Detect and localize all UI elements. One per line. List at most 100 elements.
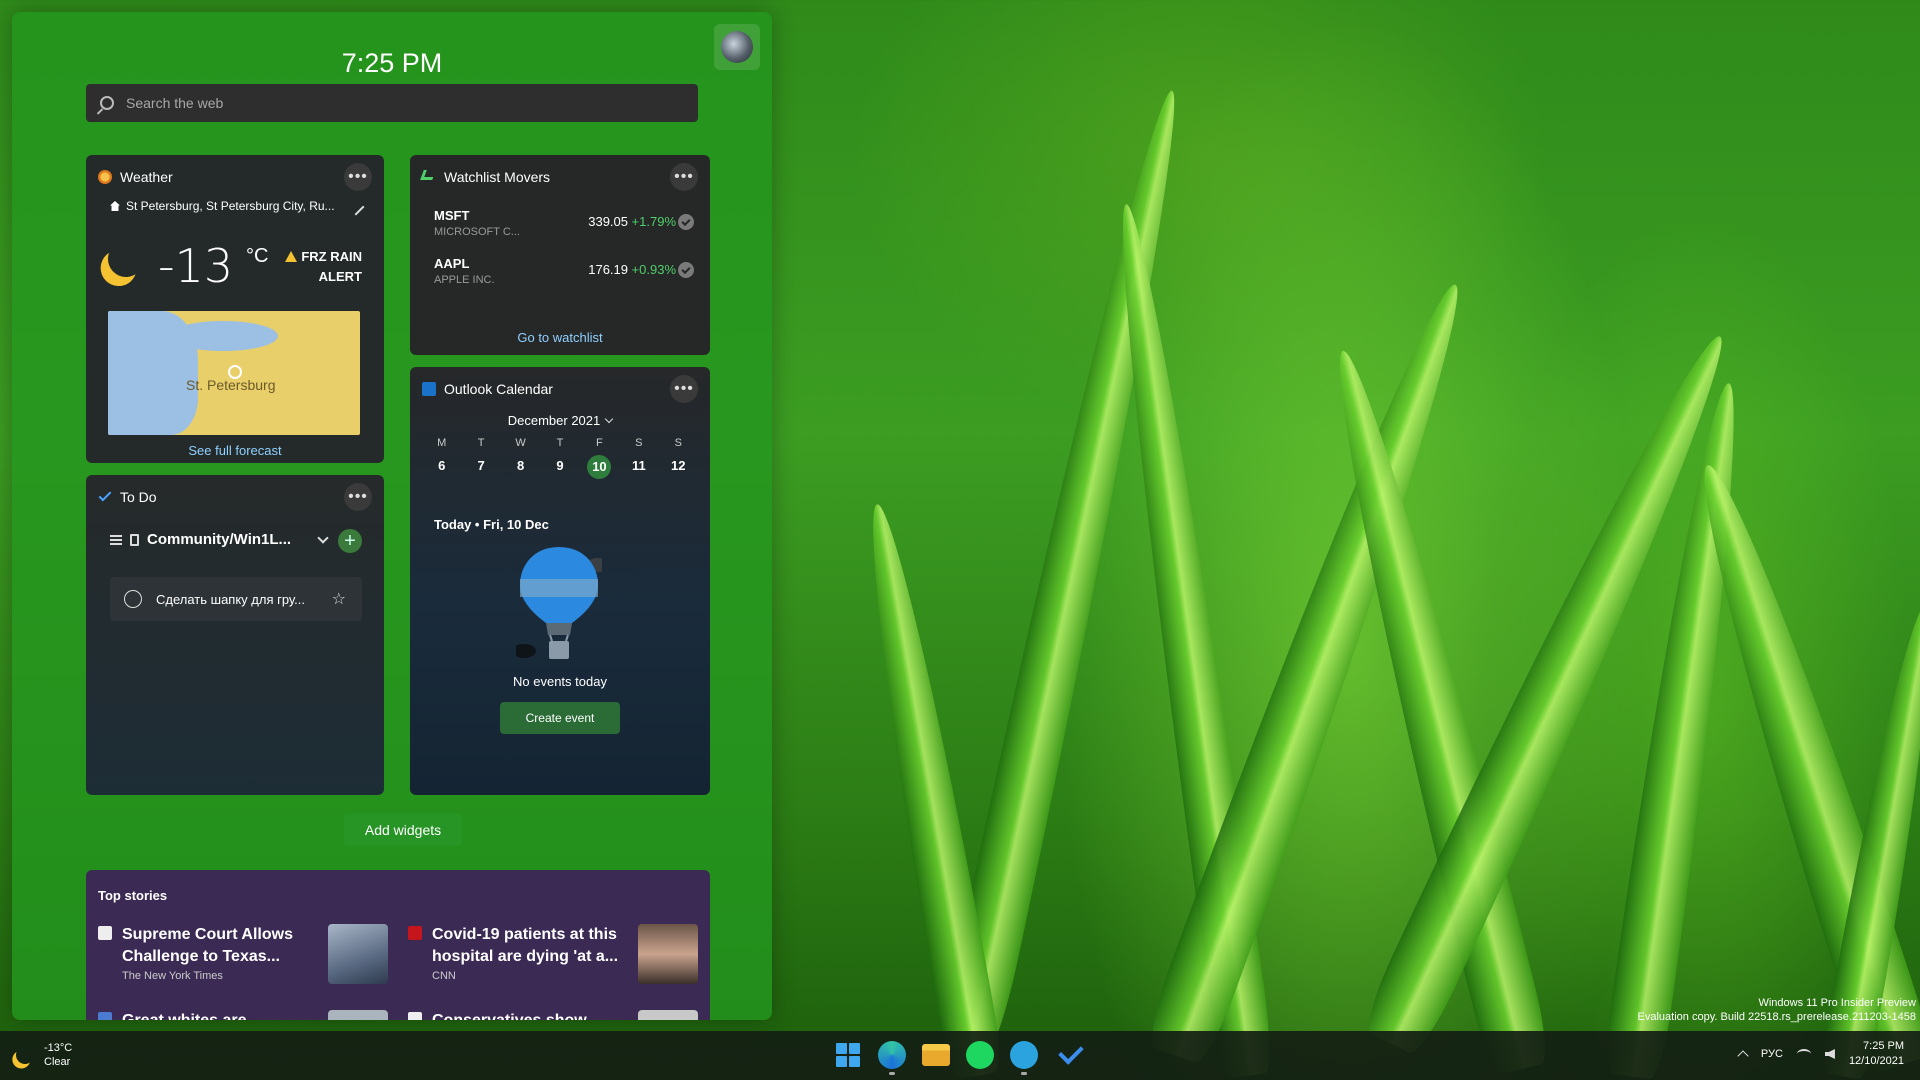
todo-task-item[interactable]: Сделать шапку для гру... ☆ <box>110 577 362 621</box>
story-headline: Covid-19 patients at this hospital are d… <box>432 926 619 965</box>
taskbar-apps <box>834 1041 1082 1075</box>
add-task-button[interactable]: + <box>338 529 362 553</box>
add-widgets-button[interactable]: Add widgets <box>344 814 462 846</box>
calendar-day[interactable]: 9 <box>540 455 579 477</box>
language-indicator[interactable]: РУС <box>1761 1048 1783 1060</box>
taskbar-weather-button[interactable]: -13°C Clear <box>16 1041 72 1069</box>
news-story[interactable]: Conservatives show <box>408 1010 698 1020</box>
wifi-icon[interactable] <box>1796 1049 1811 1059</box>
stock-ticker: AAPL <box>434 256 470 271</box>
today-label: Today • Fri, 10 Dec <box>434 517 549 532</box>
todo-list-name: Community/Win1L... <box>147 531 292 548</box>
calendar-day[interactable]: 6 <box>422 455 461 477</box>
story-thumbnail <box>328 924 388 984</box>
temperature-unit: °C <box>246 245 269 267</box>
story-source: The New York Times <box>122 970 223 982</box>
taskbar-time: 7:25 PM <box>1863 1040 1904 1052</box>
todo-widget: To Do ••• Community/Win1L... + Сделать ш… <box>86 475 384 795</box>
search-icon <box>100 96 114 110</box>
system-tray: РУС 7:25 PM 12/10/2021 <box>1737 1039 1904 1069</box>
weekday-label: T <box>556 437 564 449</box>
calendar-day-today[interactable]: 10 <box>580 455 619 479</box>
check-circle-icon[interactable] <box>678 262 694 278</box>
nyt-icon <box>98 926 112 940</box>
calendar-more-button[interactable]: ••• <box>670 375 698 403</box>
star-icon[interactable]: ☆ <box>332 589 346 609</box>
taskbar-temp: -13°C <box>44 1042 73 1054</box>
day-number: 11 <box>631 458 646 473</box>
news-story[interactable]: Great whites are <box>98 1010 388 1020</box>
weather-map[interactable]: St. Petersburg <box>108 311 360 435</box>
list-icon <box>110 534 122 545</box>
search-input[interactable] <box>126 95 686 111</box>
warning-icon <box>285 251 298 262</box>
weather-widget: Weather ••• St Petersburg, St Petersburg… <box>86 155 384 463</box>
story-thumbnail <box>638 924 698 984</box>
todo-more-button[interactable]: ••• <box>344 483 372 511</box>
stock-change: +1.79% <box>631 214 676 229</box>
calendar-day[interactable]: 12 <box>659 455 698 477</box>
map-city-label: St. Petersburg <box>186 377 276 393</box>
trend-icon <box>420 170 436 180</box>
top-stories-feed: Top stories Supreme Court Allows Challen… <box>86 870 710 1020</box>
weekday-label: M <box>437 437 447 449</box>
see-full-forecast-link[interactable]: See full forecast <box>86 443 384 458</box>
story-headline: Supreme Court Allows Challenge to Texas.… <box>122 926 293 965</box>
hot-air-balloon-illustration <box>516 547 602 659</box>
taskbar-clock[interactable]: 7:25 PM 12/10/2021 <box>1849 1039 1904 1069</box>
stock-price: 339.05 <box>588 214 628 229</box>
news-story[interactable]: Covid-19 patients at this hospital are d… <box>408 924 698 984</box>
task-text: Сделать шапку для гру... <box>156 591 305 607</box>
watchlist-more-button[interactable]: ••• <box>670 163 698 191</box>
month-label: December 2021 <box>507 413 601 428</box>
stock-row[interactable]: MSFT MICROSOFT C... 339.05 +1.79% <box>434 208 694 248</box>
chevron-down-icon <box>605 414 614 424</box>
go-to-watchlist-link[interactable]: Go to watchlist <box>410 330 710 345</box>
edge-icon[interactable] <box>878 1041 906 1075</box>
web-search-box[interactable] <box>86 84 698 122</box>
taskbar-date: 12/10/2021 <box>1848 1055 1904 1067</box>
location-text: St Petersburg, St Petersburg City, Ru... <box>126 199 335 213</box>
weekday-label: W <box>515 437 526 449</box>
spotify-icon[interactable] <box>966 1041 994 1069</box>
todo-list-selector[interactable]: Community/Win1L... <box>110 531 329 548</box>
stock-row[interactable]: AAPL APPLE INC. 176.19 +0.93% <box>434 256 694 296</box>
profile-avatar[interactable] <box>714 24 760 70</box>
telegram-icon[interactable] <box>1010 1041 1038 1075</box>
weather-title: Weather <box>120 169 173 185</box>
todo-app-icon[interactable] <box>1054 1041 1082 1069</box>
edit-location-icon[interactable] <box>347 198 365 216</box>
weather-location[interactable]: St Petersburg, St Petersburg City, Ru... <box>110 199 335 213</box>
weather-more-button[interactable]: ••• <box>344 163 372 191</box>
story-thumbnail <box>328 1010 388 1020</box>
weather-alert[interactable]: FRZ RAIN ALERT <box>285 247 362 287</box>
task-complete-checkbox[interactable] <box>124 590 142 608</box>
stock-price: 176.19 <box>588 262 628 277</box>
taskbar-condition: Clear <box>44 1056 71 1068</box>
watchlist-widget: Watchlist Movers ••• MSFT MICROSOFT C...… <box>410 155 710 355</box>
day-number: 9 <box>556 458 564 473</box>
map-water <box>168 321 278 351</box>
month-selector[interactable]: December 2021 <box>410 413 710 428</box>
show-hidden-icons-chevron-icon[interactable] <box>1737 1050 1749 1062</box>
weekday-label: S <box>635 437 643 449</box>
calendar-day[interactable]: 11 <box>619 455 658 477</box>
news-story[interactable]: Supreme Court Allows Challenge to Texas.… <box>98 924 388 984</box>
check-circle-icon[interactable] <box>678 214 694 230</box>
start-icon[interactable] <box>834 1041 862 1069</box>
no-events-text: No events today <box>513 674 607 689</box>
outlook-icon <box>422 382 436 396</box>
source-icon <box>408 1012 422 1020</box>
weekday-label: S <box>674 437 682 449</box>
panel-clock: 7:25 PM <box>341 48 443 78</box>
calendar-day[interactable]: 8 <box>501 455 540 477</box>
volume-icon[interactable] <box>1824 1049 1835 1059</box>
watchlist-title: Watchlist Movers <box>444 169 551 185</box>
file-explorer-icon[interactable] <box>922 1044 950 1066</box>
create-event-button[interactable]: Create event <box>500 702 620 734</box>
weekday-label: T <box>477 437 485 449</box>
avatar-image <box>721 31 753 63</box>
outlook-calendar-widget: Outlook Calendar ••• December 2021 M T W… <box>410 367 710 795</box>
build-watermark: Windows 11 Pro Insider Preview Evaluatio… <box>1638 996 1916 1024</box>
calendar-day[interactable]: 7 <box>461 455 500 477</box>
